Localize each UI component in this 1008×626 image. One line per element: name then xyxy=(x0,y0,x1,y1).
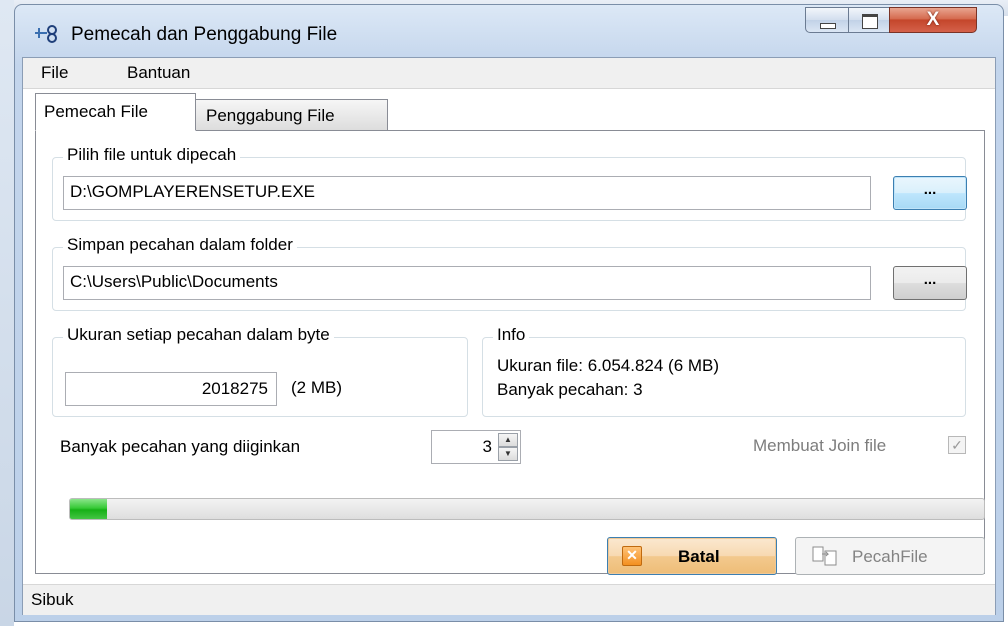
client-area: File Bantuan Pemecah File Penggabung Fil… xyxy=(22,57,996,615)
chunks-wanted-value: 3 xyxy=(482,437,492,456)
destination-group-label: Simpan pecahan dalam folder xyxy=(63,235,297,255)
tab-label: Pemecah File xyxy=(44,102,148,121)
source-group-label: Pilih file untuk dipecah xyxy=(63,145,241,165)
chunk-size-unit: (2 MB) xyxy=(291,378,342,397)
scissors-icon xyxy=(35,25,57,43)
chunks-wanted-label: Banyak pecahan yang diiginkan xyxy=(60,437,301,456)
join-file-checkbox[interactable]: ✓ xyxy=(948,436,966,454)
check-icon: ✓ xyxy=(951,437,963,453)
status-bar: Sibuk xyxy=(23,584,995,615)
chunks-wanted-spinner[interactable]: 3 ▲ ▼ xyxy=(431,430,521,464)
menu-bantuan[interactable]: Bantuan xyxy=(127,63,190,83)
tab-label: Penggabung File xyxy=(206,106,335,125)
progress-bar xyxy=(69,498,985,520)
app-window: Pemecah dan Penggabung File X File Bantu… xyxy=(14,4,1004,622)
cancel-icon: ✕ xyxy=(622,546,642,566)
split-file-icon xyxy=(812,546,837,566)
split-file-label: PecahFile xyxy=(852,547,928,566)
info-file-size: Ukuran file: 6.054.824 (6 MB) xyxy=(497,356,720,375)
tab-pemecah-file[interactable]: Pemecah File xyxy=(35,93,196,131)
info-group-label: Info xyxy=(493,325,530,345)
spin-up-button[interactable]: ▲ xyxy=(498,433,518,447)
chunk-size-group: Ukuran setiap pecahan dalam byte 2018275… xyxy=(52,325,468,417)
tab-penggabung-file[interactable]: Penggabung File xyxy=(195,99,388,131)
source-file-input[interactable]: D:\GOMPLAYERENSETUP.EXE xyxy=(63,176,871,210)
destination-folder-group: Simpan pecahan dalam folder C:\Users\Pub… xyxy=(52,235,967,311)
chunk-size-group-label: Ukuran setiap pecahan dalam byte xyxy=(63,325,334,345)
info-group: Info Ukuran file: 6.054.824 (6 MB) Banya… xyxy=(482,325,966,417)
menu-bar: File Bantuan xyxy=(23,58,995,89)
desktop-background-left xyxy=(0,0,14,626)
split-file-button[interactable]: PecahFile xyxy=(795,537,985,575)
close-button[interactable]: X xyxy=(889,7,977,33)
destination-folder-input[interactable]: C:\Users\Public\Documents xyxy=(63,266,871,300)
spin-down-button[interactable]: ▼ xyxy=(498,447,518,461)
join-file-label: Membuat Join file xyxy=(753,436,887,455)
browse-destination-button[interactable]: ... xyxy=(893,266,967,300)
cancel-button[interactable]: ✕ Batal xyxy=(607,537,777,575)
minimize-button[interactable] xyxy=(805,7,849,33)
info-chunk-count: Banyak pecahan: 3 xyxy=(497,380,643,399)
progress-fill xyxy=(70,499,107,519)
close-icon: X xyxy=(926,9,940,30)
source-file-group: Pilih file untuk dipecah D:\GOMPLAYERENS… xyxy=(52,145,967,221)
menu-file[interactable]: File xyxy=(41,63,68,83)
maximize-button[interactable] xyxy=(848,7,890,33)
maximize-icon xyxy=(862,14,878,29)
browse-source-button[interactable]: ... xyxy=(893,176,967,210)
status-text: Sibuk xyxy=(31,590,74,609)
chunk-size-input[interactable]: 2018275 xyxy=(65,372,277,406)
minimize-icon xyxy=(820,23,836,29)
window-title: Pemecah dan Penggabung File xyxy=(71,24,338,45)
cancel-label: Batal xyxy=(678,547,720,566)
title-bar[interactable]: Pemecah dan Penggabung File X xyxy=(15,5,1003,57)
